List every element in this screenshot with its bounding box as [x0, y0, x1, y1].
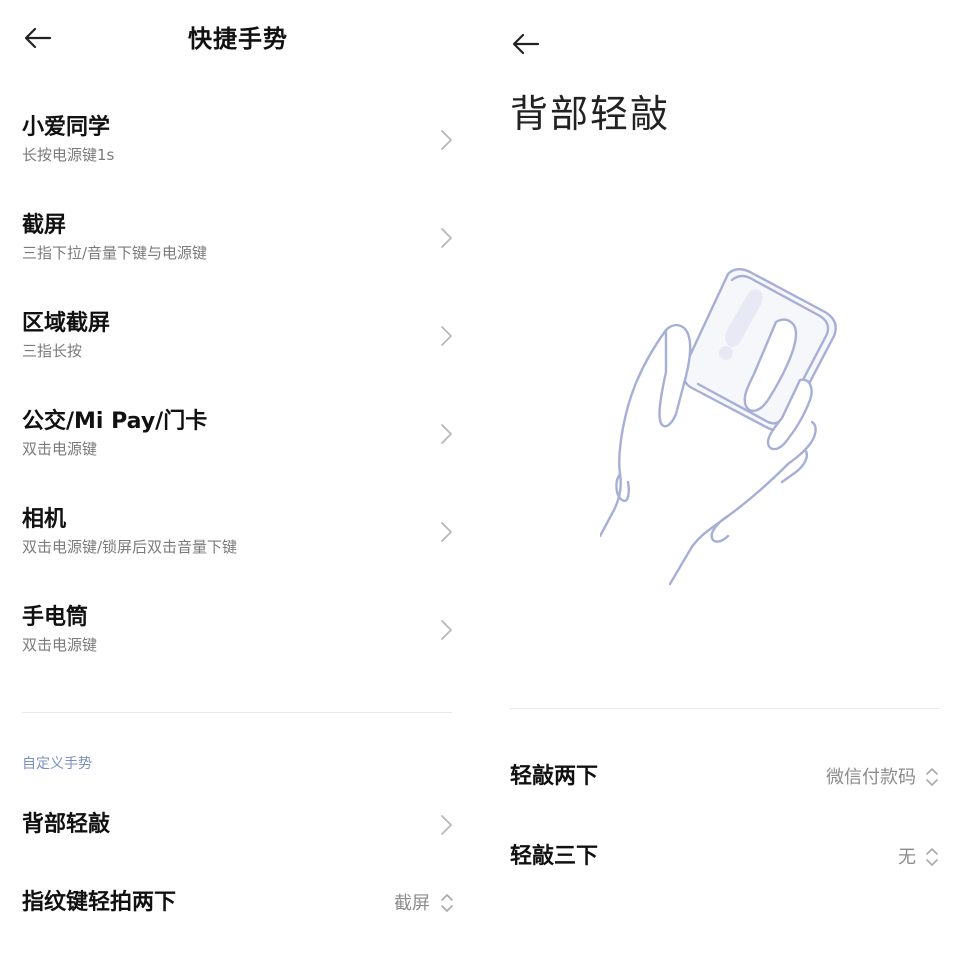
chevron-right-icon: [441, 424, 452, 444]
item-title: 指纹键轻拍两下: [22, 890, 177, 915]
item-title: 截屏: [22, 213, 67, 238]
list-item-screenshot[interactable]: 截屏 三指下拉/音量下键与电源键: [22, 211, 462, 283]
list-item-double-tap[interactable]: 轻敲两下 微信付款码: [510, 762, 940, 798]
list-item-fingerprint-tap[interactable]: 指纹键轻拍两下 截屏: [22, 888, 462, 924]
list-item-partial-screenshot[interactable]: 区域截屏 三指长按: [22, 309, 462, 381]
item-title: 相机: [22, 507, 67, 532]
screen: 快捷手势 小爱同学 长按电源键1s 截屏 三指下拉/音量下键与电源键 区域截屏 …: [0, 0, 960, 960]
updown-arrows-icon: [926, 848, 938, 866]
list-item-camera[interactable]: 相机 双击电源键/锁屏后双击音量下键: [22, 505, 462, 577]
item-title: 区域截屏: [22, 311, 111, 336]
item-subtitle: 双击电源键: [22, 636, 98, 654]
chevron-right-icon: [441, 326, 452, 346]
item-subtitle: 双击电源键/锁屏后双击音量下键: [22, 538, 238, 556]
item-title: 背部轻敲: [22, 812, 111, 837]
back-tap-panel: 背部轻敲 轻敲两下 微信付款码 轻敲三下 无: [480, 0, 960, 960]
item-title: 小爱同学: [22, 115, 111, 140]
list-item-xiaoai[interactable]: 小爱同学 长按电源键1s: [22, 113, 462, 185]
divider: [22, 712, 452, 713]
updown-arrows-icon: [926, 768, 938, 786]
triple-tap-label: 轻敲三下: [510, 844, 599, 869]
divider: [510, 708, 940, 709]
item-subtitle: 三指下拉/音量下键与电源键: [22, 244, 208, 262]
list-item-flashlight[interactable]: 手电筒 双击电源键: [22, 603, 462, 675]
item-subtitle: 三指长按: [22, 342, 83, 360]
double-tap-value: 微信付款码: [826, 767, 916, 788]
list-item-back-tap[interactable]: 背部轻敲: [22, 810, 462, 846]
hand-holding-phone-illustration: [600, 268, 837, 586]
quick-gestures-panel: 快捷手势 小爱同学 长按电源键1s 截屏 三指下拉/音量下键与电源键 区域截屏 …: [0, 0, 480, 960]
item-title: 手电筒: [22, 605, 89, 630]
updown-arrows-icon: [441, 894, 453, 912]
item-subtitle: 双击电源键: [22, 440, 98, 458]
chevron-right-icon: [441, 130, 452, 150]
page-title: 背部轻敲: [510, 92, 671, 136]
triple-tap-value: 无: [898, 847, 916, 868]
chevron-right-icon: [441, 522, 452, 542]
chevron-right-icon: [441, 815, 452, 835]
item-title: 公交/Mi Pay/门卡: [22, 409, 208, 434]
page-title: 快捷手势: [188, 25, 288, 53]
double-tap-label: 轻敲两下: [510, 764, 599, 789]
back-arrow-icon[interactable]: [510, 30, 542, 58]
fingerprint-tap-value: 截屏: [394, 893, 430, 914]
item-subtitle: 长按电源键1s: [22, 146, 115, 164]
list-item-mi-pay[interactable]: 公交/Mi Pay/门卡 双击电源键: [22, 407, 462, 479]
list-item-triple-tap[interactable]: 轻敲三下 无: [510, 842, 940, 878]
section-header-custom-gestures: 自定义手势: [22, 756, 92, 772]
chevron-right-icon: [441, 620, 452, 640]
chevron-right-icon: [441, 228, 452, 248]
